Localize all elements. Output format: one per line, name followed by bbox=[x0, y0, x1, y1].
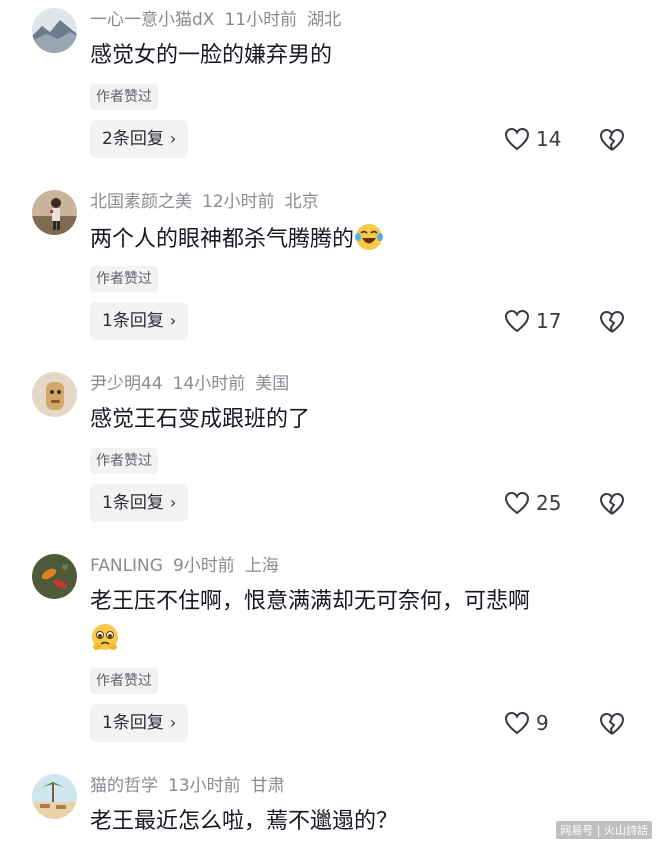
watermark: 网易号 | 火山詩話 bbox=[556, 821, 652, 839]
author-liked-tag: 作者赞过 bbox=[90, 84, 158, 110]
heart-icon bbox=[504, 491, 530, 515]
comment-text: 老王压不住啊，恨意满满却无可奈何，可悲啊 bbox=[90, 589, 531, 614]
location: 上海 bbox=[244, 556, 279, 576]
location: 甘肃 bbox=[250, 776, 285, 796]
comment-text: 两个人的眼神都杀气腾腾的 bbox=[90, 222, 384, 256]
comment-text: 感觉王石变成跟班的了 bbox=[90, 407, 311, 432]
comment-meta: 猫的哲学 13小时前 甘肃 bbox=[90, 775, 295, 797]
view-replies-button[interactable]: 1条回复 › bbox=[90, 484, 189, 522]
like-count: 17 bbox=[536, 309, 562, 333]
reply-count: 1条回复 bbox=[102, 311, 164, 331]
user-avatar[interactable] bbox=[32, 190, 77, 235]
timestamp: 13小时前 bbox=[168, 776, 241, 796]
user-avatar[interactable] bbox=[32, 8, 77, 53]
username[interactable]: 尹少明44 bbox=[90, 374, 163, 394]
user-avatar[interactable] bbox=[32, 774, 77, 819]
author-liked-tag: 作者赞过 bbox=[90, 266, 158, 292]
username[interactable]: FANLING bbox=[90, 556, 163, 576]
timestamp: 11小时前 bbox=[224, 10, 298, 30]
reply-count: 1条回复 bbox=[102, 713, 164, 733]
like-button[interactable]: 17 bbox=[504, 306, 561, 336]
chevron-right-icon: › bbox=[169, 129, 177, 148]
heart-icon bbox=[504, 127, 530, 151]
comment-meta: FANLING 9小时前 上海 bbox=[90, 555, 289, 577]
like-button[interactable]: 14 bbox=[504, 124, 561, 154]
broken-heart-icon[interactable] bbox=[599, 127, 625, 153]
user-avatar[interactable] bbox=[32, 554, 77, 599]
view-replies-button[interactable]: 1条回复 › bbox=[90, 302, 189, 340]
like-count: 25 bbox=[536, 491, 562, 515]
username[interactable]: 猫的哲学 bbox=[90, 776, 158, 796]
view-replies-button[interactable]: 2条回复 › bbox=[90, 120, 189, 158]
like-button[interactable]: 9 bbox=[504, 708, 549, 738]
like-count: 14 bbox=[536, 127, 562, 151]
timestamp: 14小时前 bbox=[172, 374, 246, 394]
broken-heart-icon[interactable] bbox=[599, 711, 625, 737]
location: 北京 bbox=[284, 192, 319, 212]
heart-icon bbox=[504, 309, 530, 333]
comment-meta: 北国素颜之美 12小时前 北京 bbox=[90, 191, 329, 213]
like-button[interactable]: 25 bbox=[504, 488, 561, 518]
author-liked-tag: 作者赞过 bbox=[90, 448, 158, 474]
reply-count: 2条回复 bbox=[102, 129, 164, 149]
top-strip bbox=[0, 0, 660, 6]
comment-meta: 尹少明44 14小时前 美国 bbox=[90, 373, 299, 395]
broken-heart-icon[interactable] bbox=[599, 491, 625, 517]
view-replies-button[interactable]: 1条回复 › bbox=[90, 704, 189, 742]
laughing-tears-emoji bbox=[355, 224, 384, 250]
username[interactable]: 北国素颜之美 bbox=[90, 192, 192, 212]
heart-icon bbox=[504, 711, 530, 735]
timestamp: 12小时前 bbox=[202, 192, 275, 212]
user-avatar[interactable] bbox=[32, 372, 77, 417]
comment-text: 感觉女的一脸的嫌弃男的 bbox=[90, 43, 333, 68]
username[interactable]: 一心一意小猫dX bbox=[90, 10, 214, 30]
timestamp: 9小时前 bbox=[172, 556, 235, 576]
author-liked-tag: 作者赞过 bbox=[90, 668, 158, 694]
pleading-emoji bbox=[92, 624, 118, 650]
location: 美国 bbox=[255, 374, 290, 394]
reply-count: 1条回复 bbox=[102, 493, 164, 513]
chevron-right-icon: › bbox=[169, 493, 177, 512]
comment-meta: 一心一意小猫dX 11小时前 湖北 bbox=[90, 9, 351, 31]
location: 湖北 bbox=[307, 10, 342, 30]
chevron-right-icon: › bbox=[169, 311, 177, 330]
chevron-right-icon: › bbox=[169, 713, 177, 732]
broken-heart-icon[interactable] bbox=[599, 309, 625, 335]
comment-text-body: 两个人的眼神都杀气腾腾的 bbox=[90, 227, 355, 252]
like-count: 9 bbox=[536, 711, 549, 735]
comment-text: 老王最近怎么啦，蔫不邋遢的？ bbox=[90, 809, 399, 834]
